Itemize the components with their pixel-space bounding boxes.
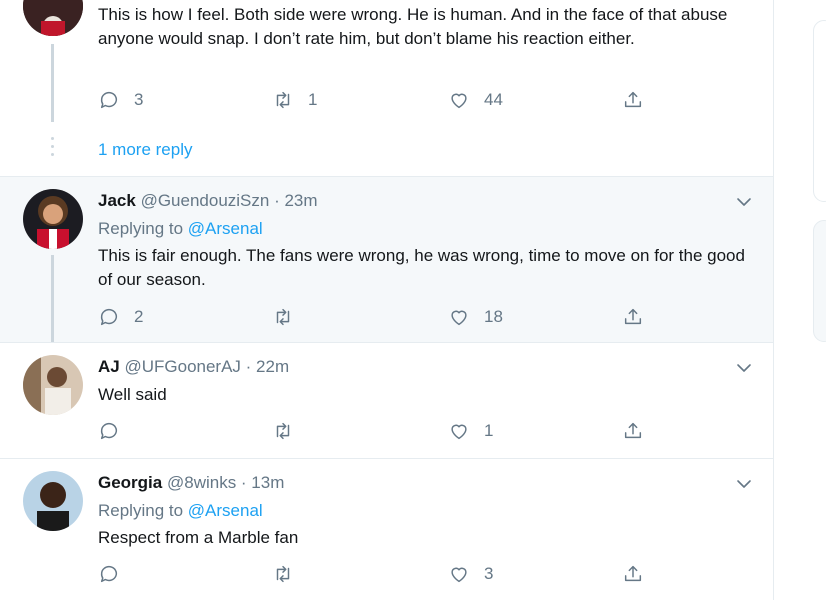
mention-link[interactable]: @Arsenal [188,219,263,238]
thread-dots [51,137,54,161]
tweet-4[interactable]: Georgia @8winks · 13m Replying to @Arsen… [0,459,773,600]
reply-button[interactable]: 3 [98,89,143,111]
reply-icon [100,565,118,583]
like-count: 3 [484,564,494,583]
mention-link[interactable]: @Arsenal [188,501,263,520]
retweet-button[interactable] [272,563,308,585]
like-icon [451,93,467,109]
share-button[interactable] [622,306,644,328]
tweet-header: Georgia @8winks · 13m [98,473,284,493]
like-icon [451,310,467,326]
replying-to: Replying to @Arsenal [98,501,263,521]
avatar[interactable] [23,355,83,415]
thread-line [51,44,54,122]
tweet-actions: 1 [98,420,658,444]
more-replies-link[interactable]: 1 more reply [98,140,192,160]
like-count: 44 [484,90,503,109]
share-button[interactable] [622,89,644,111]
retweet-button[interactable]: 1 [272,89,317,111]
share-button[interactable] [622,420,644,442]
like-button[interactable]: 44 [448,89,503,111]
chevron-down-icon[interactable] [735,359,753,377]
like-count: 18 [484,307,503,326]
like-button[interactable]: 18 [448,306,503,328]
retweet-icon [276,91,290,109]
reply-button[interactable]: 2 [98,306,143,328]
like-icon [451,567,467,583]
tweet-3[interactable]: AJ @UFGoonerAJ · 22m Well said 1 [0,343,773,458]
retweet-count: 1 [308,90,318,109]
tweet-header: AJ @UFGoonerAJ · 22m [98,357,289,377]
avatar[interactable] [23,471,83,531]
tweet-text: This is how I feel. Both side were wrong… [98,5,728,48]
share-button[interactable] [622,563,644,585]
share-icon [624,565,642,582]
share-icon [624,422,642,439]
display-name[interactable]: AJ [98,357,120,376]
tweet-text: This is fair enough. The fans were wrong… [98,246,745,289]
like-count: 1 [484,421,494,440]
reply-icon [100,91,118,109]
reply-thread: This is how I feel. Both side were wrong… [0,0,774,600]
replying-to-label: Replying to [98,501,184,520]
reply-count: 3 [134,90,144,109]
retweet-icon [276,422,290,440]
like-button[interactable]: 1 [448,420,493,442]
tweet-header: Jack @GuendouziSzn · 23m [98,191,318,211]
retweet-button[interactable] [272,420,308,442]
share-icon [624,91,642,108]
like-button[interactable]: 3 [448,563,493,585]
reply-count: 2 [134,307,144,326]
sidebar-card [813,20,826,202]
tweet-text: Respect from a Marble fan [98,528,299,547]
reply-icon [100,308,118,326]
handle-timestamp[interactable]: @UFGoonerAJ · 22m [124,357,289,376]
sidebar-card [813,220,826,342]
share-icon [624,308,642,325]
replying-to-label: Replying to [98,219,184,238]
handle-timestamp[interactable]: @GuendouziSzn · 23m [141,191,318,210]
handle-timestamp[interactable]: @8winks · 13m [167,473,284,492]
display-name[interactable]: Georgia [98,473,162,492]
retweet-button[interactable] [272,306,308,328]
reply-icon [100,422,118,440]
chevron-down-icon[interactable] [735,475,753,493]
avatar[interactable] [23,0,83,36]
tweet-actions: 3 1 44 [98,89,658,113]
reply-button[interactable] [98,563,134,585]
thread-line [51,255,54,342]
chevron-down-icon[interactable] [735,193,753,211]
tweet-text: Well said [98,385,167,404]
avatar[interactable] [23,189,83,249]
like-icon [451,424,467,440]
retweet-icon [276,308,290,326]
tweet-actions: 3 [98,563,658,587]
reply-button[interactable] [98,420,134,442]
tweet-1[interactable]: This is how I feel. Both side were wrong… [0,0,773,176]
tweet-actions: 2 18 [98,306,658,330]
replying-to: Replying to @Arsenal [98,219,263,239]
tweet-2[interactable]: Jack @GuendouziSzn · 23m Replying to @Ar… [0,177,773,342]
display-name[interactable]: Jack [98,191,136,210]
retweet-icon [276,565,290,583]
